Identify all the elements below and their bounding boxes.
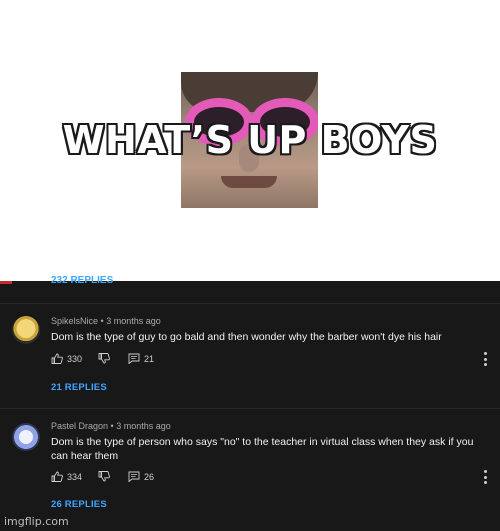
divider	[0, 303, 500, 304]
comment-text: Dom is the type of guy to go bald and th…	[51, 331, 442, 343]
comment-actions: 334 26	[51, 471, 170, 482]
mouth	[221, 176, 277, 188]
reply-count: 21	[144, 353, 155, 364]
avatar[interactable]	[12, 316, 40, 344]
meta-separator: •	[98, 316, 107, 326]
reply-count: 26	[144, 471, 155, 482]
view-replies-link[interactable]: 26 REPLIES	[51, 499, 107, 510]
comment-meta: SpikelsNice • 3 months ago	[51, 316, 161, 326]
comment-time: 3 months ago	[116, 421, 171, 431]
red-accent-mark	[0, 281, 12, 284]
comments-panel: 232 REPLIES SpikelsNice • 3 months ago D…	[0, 275, 500, 531]
more-options-icon[interactable]	[484, 470, 488, 484]
like-count: 330	[67, 353, 83, 364]
thumbs-down-icon[interactable]	[98, 353, 110, 364]
comment-text: Dom is the type of person who says "no" …	[51, 436, 474, 462]
like-count: 334	[67, 471, 83, 482]
thumbs-down-icon[interactable]	[98, 471, 110, 482]
comment-time: 3 months ago	[106, 316, 161, 326]
thumbs-up-icon[interactable]	[51, 353, 63, 364]
divider	[0, 408, 500, 409]
comment-actions: 330 21	[51, 353, 170, 364]
avatar[interactable]	[12, 423, 40, 451]
reply-icon[interactable]	[128, 353, 140, 364]
view-replies-link[interactable]: 21 REPLIES	[51, 382, 107, 393]
previous-replies-link[interactable]: 232 REPLIES	[51, 275, 113, 285]
more-options-icon[interactable]	[484, 352, 488, 366]
meta-separator: •	[108, 421, 117, 431]
thumbs-up-icon[interactable]	[51, 471, 63, 482]
comment-author[interactable]: Pastel Dragon	[51, 421, 108, 431]
reply-icon[interactable]	[128, 471, 140, 482]
meme-image-area: WHAT’S UP BOYS	[0, 0, 500, 281]
watermark: imgflip.com	[4, 515, 69, 528]
comment-author[interactable]: SpikelsNice	[51, 316, 98, 326]
meme-caption: WHAT’S UP BOYS	[62, 118, 438, 162]
comment-meta: Pastel Dragon • 3 months ago	[51, 421, 171, 431]
